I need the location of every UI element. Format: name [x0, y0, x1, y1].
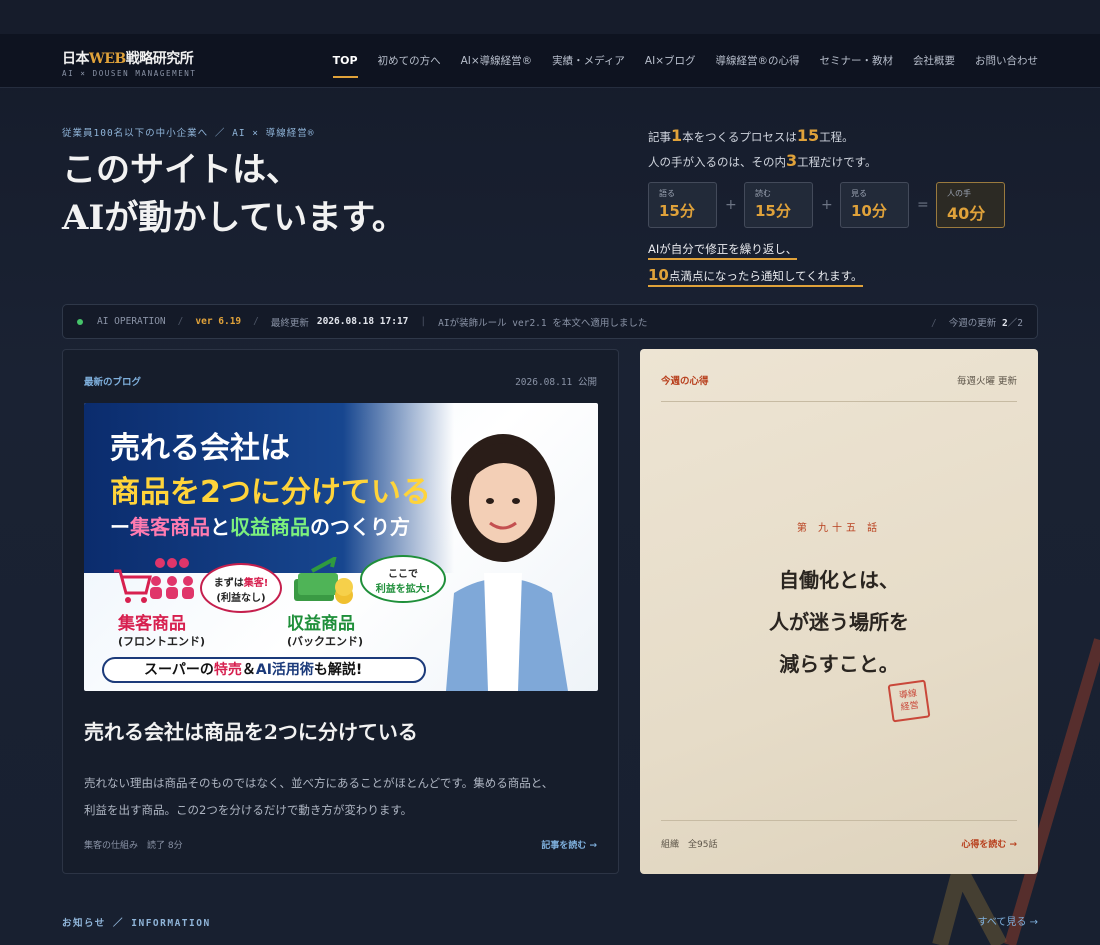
mindset-schedule: 毎週火曜 更新 [956, 376, 1017, 387]
nav-first-time[interactable]: 初めての方へ [378, 34, 441, 88]
top-strip [0, 0, 1100, 34]
blog-section-label: 最新のブログ [84, 377, 142, 388]
nav-ai-blog[interactable]: AI×ブログ [645, 34, 696, 88]
hero-title-line2: AIが動かしています。 [62, 198, 406, 238]
step-view: 見る 10分 [840, 182, 909, 228]
process-note-line1: AIが自分で修正を繰り返し、 [648, 242, 798, 260]
blog-date: 2026.08.11 公開 [515, 377, 597, 388]
latest-blog-card[interactable]: 最新のブログ 2026.08.11 公開 売れる会社は 商品を2つに分けている … [62, 349, 619, 874]
read-mindset-link[interactable]: 心得を読む → [961, 837, 1017, 850]
mindset-section-label: 今週の心得 [661, 376, 709, 387]
process-note: AIが自分で修正を繰り返し、 10点満点になったら通知してくれます。 [648, 238, 1048, 287]
speech-bubble-1: まずは集客! (利益なし) [200, 563, 282, 613]
crowd-icon [150, 558, 194, 599]
ai-operation-bar: AI OPERATION / ver 6.19 / 最終更新 2026.08.1… [62, 304, 1038, 339]
process-summary: 記事1本をつくるプロセスは15工程。 人の手が入るのは、その内3工程だけです。 … [648, 124, 1048, 287]
logo-text-web: WEB [89, 51, 126, 67]
episode-number: 第 九十五 話 [796, 523, 882, 534]
thumbnail-title-2: 商品を2つに分けている [110, 475, 431, 510]
hero-title: このサイトは、 AIが動かしています。 [62, 146, 406, 242]
weekly-mindset-card[interactable]: 今週の心得 毎週火曜 更新 第 九十五 話 自働化とは、 人が迷う場所を 減らす… [640, 349, 1038, 874]
nav-mindset[interactable]: 導線経営®の心得 [716, 34, 800, 88]
blog-excerpt: 売れない理由は商品そのものではなく、並べ方にあることがほとんどです。集める商品と… [84, 776, 554, 817]
nav-results-media[interactable]: 実績・メディア [552, 34, 625, 88]
back-end-label: 収益商品 (バックエンド) [287, 614, 364, 648]
blog-thumbnail[interactable]: 売れる会社は 商品を2つに分けている ー集客商品と収益商品のつくり方 まずは集客… [84, 403, 598, 691]
plus-sign: + [725, 197, 737, 213]
site-logo[interactable]: 日本WEB戦略研究所 AI × DOUSEN MANAGEMENT [62, 48, 197, 78]
updated-label: 最終更新 [270, 317, 309, 329]
woman-illustration [446, 434, 568, 691]
site-header: 日本WEB戦略研究所 AI × DOUSEN MANAGEMENT TOP 初め… [0, 34, 1100, 88]
step-total: 人の手 40分 [936, 182, 1005, 228]
ai-operation-label: AI OPERATION [97, 316, 166, 327]
status-dot-icon [77, 318, 83, 325]
mindset-meta: 組織 全95話 [661, 840, 718, 850]
process-note-line2: 10点満点になったら通知してくれます。 [648, 266, 863, 287]
operation-message: AIが装飾ルール ver2.1 を本文へ適用しました [438, 317, 648, 329]
logo-text-pre: 日本 [62, 51, 90, 67]
blog-title[interactable]: 売れる会社は商品を2つに分けている [84, 716, 418, 745]
mindset-quote: 自働化とは、 人が迷う場所を 減らすこと。 [769, 568, 909, 676]
version-badge: ver 6.19 [195, 316, 242, 327]
divider [661, 820, 1017, 821]
seal-stamp: 導線 経営 [887, 679, 931, 723]
plus-sign: + [821, 197, 833, 213]
main-nav: TOP 初めての方へ AI×導線経営® 実績・メディア AI×ブログ 導線経営®… [332, 34, 1038, 88]
process-steps: 語る 15分 + 読む 15分 + 見る 10分 = 人の手 40分 [648, 182, 1048, 228]
equals-sign: = [917, 197, 929, 213]
read-article-link[interactable]: 記事を読む → [541, 838, 597, 851]
thumbnail-title-1: 売れる会社は [110, 431, 290, 466]
information-heading: お知らせ ／ INFORMATION [62, 918, 211, 929]
nav-seminar[interactable]: セミナー・教材 [820, 34, 894, 88]
hero-title-line1: このサイトは、 [62, 150, 300, 190]
logo-text-post: 戦略研究所 [125, 51, 194, 67]
see-all-link[interactable]: すべて見る → [978, 913, 1038, 928]
blog-meta: 集客の仕組み 読了 8分 [84, 841, 183, 851]
money-icon [294, 557, 353, 604]
process-line2: 人の手が入るのは、その内3工程だけです。 [648, 151, 877, 170]
thumbnail-bottom-bar: スーパーの特売＆AI活用術も解説! [102, 657, 426, 683]
step-read: 読む 15分 [744, 182, 813, 228]
thumbnail-subtitle: ー集客商品と収益商品のつくり方 [110, 515, 410, 539]
weekly-updates: / 今週の更新 2／2 [931, 317, 1023, 329]
nav-top[interactable]: TOP [332, 34, 358, 88]
step-talk: 語る 15分 [648, 182, 717, 228]
logo-subtitle: AI × DOUSEN MANAGEMENT [62, 69, 197, 78]
divider [661, 401, 1017, 402]
nav-ai-dousen[interactable]: AI×導線経営® [461, 34, 533, 88]
front-end-label: 集客商品 (フロントエンド) [118, 614, 206, 648]
updated-time: 2026.08.18 17:17 [316, 316, 409, 327]
hero-tagline: 従業員100名以下の中小企業へ ／ AI × 導線経営® [62, 128, 315, 139]
nav-contact[interactable]: お問い合わせ [975, 34, 1038, 88]
process-line1: 記事1本をつくるプロセスは15工程。 [648, 126, 854, 145]
nav-company[interactable]: 会社概要 [913, 34, 955, 88]
